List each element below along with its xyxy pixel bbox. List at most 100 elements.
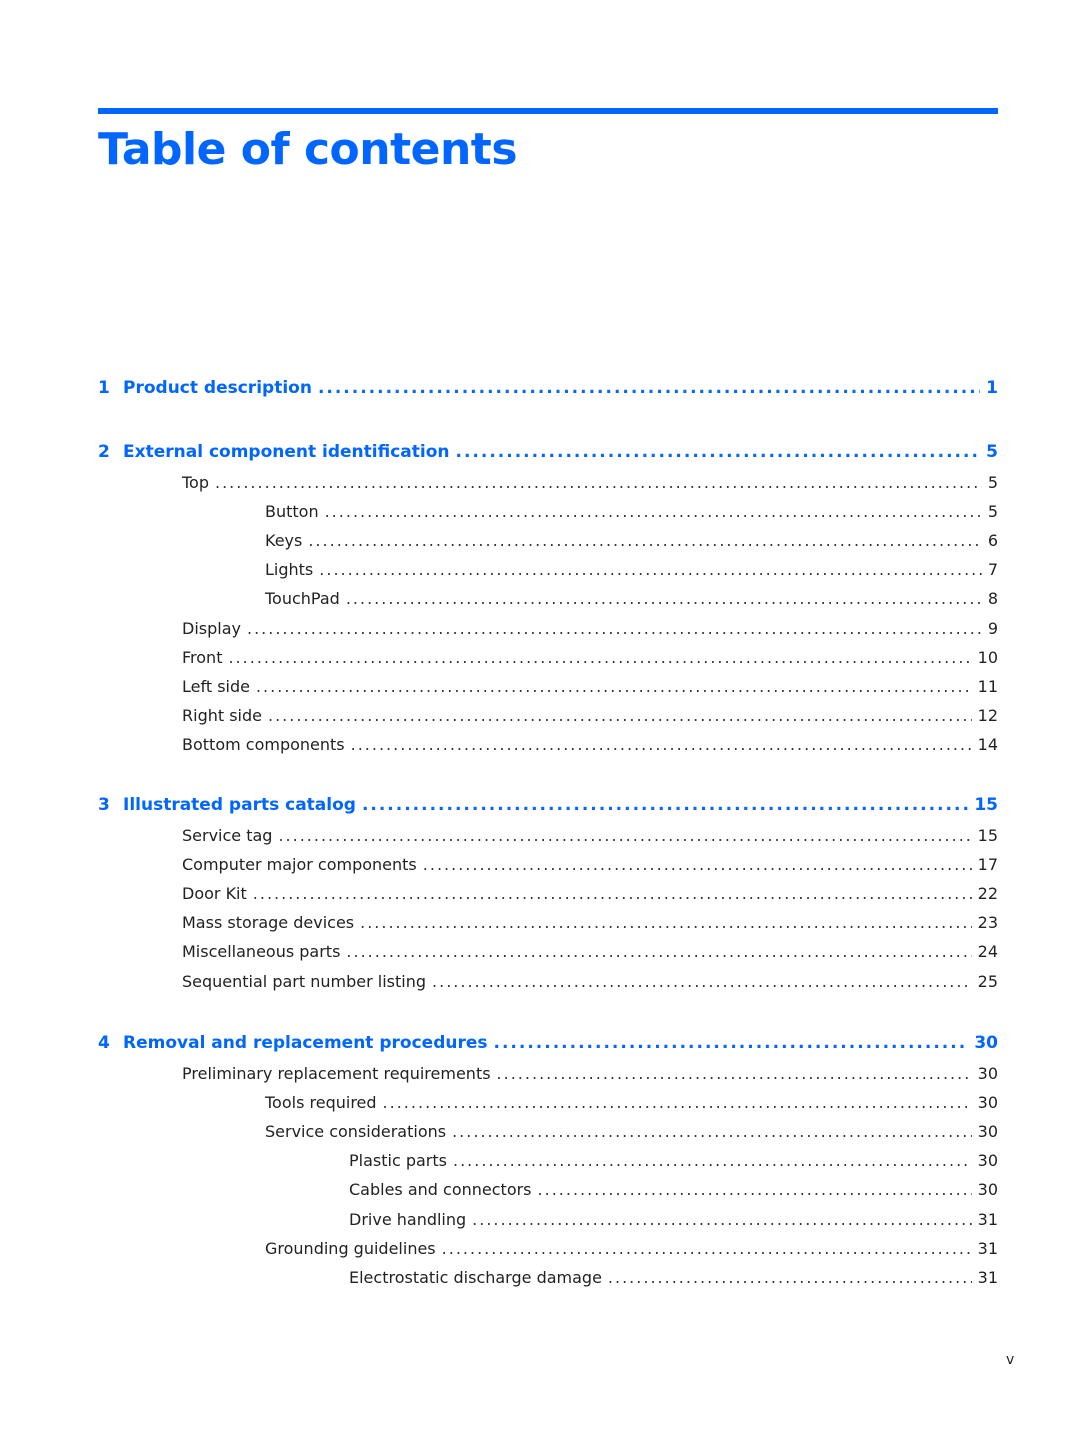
dot-leader	[215, 473, 982, 492]
entry-title: Drive handling	[349, 1209, 467, 1229]
chapter-number: 3	[98, 795, 110, 815]
toc-entry-link[interactable]: Top 5	[98, 473, 998, 492]
dot-leader	[538, 1180, 972, 1199]
chapter-page-number: 15	[974, 795, 998, 815]
toc-entry-link[interactable]: Right side 12	[98, 706, 998, 725]
entry-title: Button	[265, 502, 319, 522]
toc-entry-link[interactable]: Bottom components 14	[98, 735, 998, 754]
chapter-page-number: 1	[986, 378, 998, 398]
entry-title: TouchPad	[265, 589, 340, 609]
entry-page-number: 25	[977, 971, 998, 991]
dot-leader	[494, 1033, 969, 1053]
dot-leader	[247, 619, 982, 638]
dot-leader	[362, 795, 968, 815]
dot-leader	[346, 589, 982, 608]
entry-title: Preliminary replacement requirements	[182, 1064, 491, 1083]
toc-entry-link[interactable]: Service considerations 30	[98, 1122, 998, 1141]
dot-leader	[325, 502, 982, 521]
entry-title: Mass storage devices	[182, 913, 355, 933]
entry-title: Electrostatic discharge damage	[349, 1267, 602, 1287]
toc-entry-link[interactable]: Button 5	[98, 502, 998, 521]
toc-entry-link[interactable]: Lights 7	[98, 560, 998, 579]
dot-leader	[497, 1064, 972, 1083]
chapter-page-number: 5	[986, 442, 998, 462]
toc-entry-link[interactable]: Grounding guidelines 31	[98, 1239, 998, 1258]
entry-page-number: 15	[977, 826, 998, 845]
entry-title: Tools required	[265, 1093, 377, 1113]
toc-entry-link[interactable]: TouchPad 8	[98, 589, 998, 608]
toc-entry-link[interactable]: Computer major components 17	[98, 855, 998, 874]
toc-entry-link[interactable]: Mass storage devices 23	[98, 913, 998, 932]
toc-entry-link[interactable]: Tools required 30	[98, 1093, 998, 1112]
dot-leader	[423, 855, 972, 874]
entry-page-number: 12	[977, 705, 998, 725]
entry-title: Cables and connectors	[349, 1180, 532, 1200]
chapter-title-text: Product description	[123, 378, 312, 398]
toc-entry-link[interactable]: Door Kit 22	[98, 884, 998, 903]
toc-chapter-link[interactable]: 1 Product description 1	[98, 378, 998, 398]
entry-title: Keys	[265, 531, 303, 551]
toc-entry-link[interactable]: Miscellaneous parts 24	[98, 942, 998, 961]
chapter-title-text: Illustrated parts catalog	[123, 795, 356, 815]
entry-page-number: 17	[977, 855, 998, 875]
dot-leader	[253, 884, 972, 903]
dot-leader	[318, 378, 980, 398]
chapter-title: 1 Product description	[98, 378, 312, 398]
toc-entry-link[interactable]: Display 9	[98, 619, 998, 638]
toc-chapter-link[interactable]: 3 Illustrated parts catalog 15	[98, 795, 998, 815]
chapter-number: 2	[98, 442, 110, 462]
dot-leader	[383, 1093, 972, 1112]
toc-chapter-link[interactable]: 4 Removal and replacement procedures 30	[98, 1033, 998, 1053]
entry-page-number: 22	[977, 884, 998, 904]
chapter-title: 4 Removal and replacement procedures	[98, 1033, 488, 1053]
entry-page-number: 5	[987, 502, 998, 522]
dot-leader	[278, 826, 971, 845]
entry-page-number: 5	[987, 473, 998, 492]
dot-leader	[256, 677, 972, 696]
toc-entry-link[interactable]: Drive handling 31	[98, 1210, 998, 1229]
entry-title: Computer major components	[182, 855, 417, 875]
chapter-number: 4	[98, 1033, 110, 1053]
entry-title: Right side	[182, 705, 262, 725]
page-number: v	[1006, 1352, 1015, 1368]
toc-entry-link[interactable]: Plastic parts 30	[98, 1151, 998, 1170]
entry-page-number: 14	[977, 734, 998, 754]
entry-page-number: 24	[977, 942, 998, 962]
entry-page-number: 11	[977, 676, 998, 696]
entry-page-number: 31	[977, 1267, 998, 1287]
dot-leader	[308, 531, 981, 550]
entry-page-number: 8	[987, 589, 998, 609]
entry-page-number: 31	[977, 1209, 998, 1229]
dot-leader	[442, 1239, 972, 1258]
toc-entry-link[interactable]: Front 10	[98, 648, 998, 667]
toc-entry-link[interactable]: Sequential part number listing 25	[98, 972, 998, 991]
entry-page-number: 23	[977, 913, 998, 933]
dot-leader	[452, 1122, 972, 1141]
chapter-title: 3 Illustrated parts catalog	[98, 795, 356, 815]
entry-page-number: 30	[977, 1180, 998, 1200]
entry-page-number: 6	[987, 531, 998, 551]
chapter-page-number: 30	[974, 1033, 998, 1053]
chapter-number: 1	[98, 378, 110, 398]
dot-leader	[608, 1268, 972, 1287]
chapter-title-text: Removal and replacement procedures	[123, 1033, 488, 1053]
page-title: Table of contents	[98, 124, 518, 175]
dot-leader	[346, 942, 971, 961]
toc-entry-link[interactable]: Cables and connectors 30	[98, 1180, 998, 1199]
toc-entry-link[interactable]: Electrostatic discharge damage 31	[98, 1268, 998, 1287]
toc-entry-link[interactable]: Left side 11	[98, 677, 998, 696]
toc-entry-link[interactable]: Keys 6	[98, 531, 998, 550]
entry-title: Service tag	[182, 826, 273, 845]
dot-leader	[456, 442, 981, 462]
toc-entry-link[interactable]: Service tag 15	[98, 826, 998, 845]
entry-title: Lights	[265, 560, 314, 580]
chapter-title: 2 External component identification	[98, 442, 450, 462]
toc-chapter-link[interactable]: 2 External component identification 5	[98, 442, 998, 462]
entry-page-number: 31	[977, 1238, 998, 1258]
dot-leader	[228, 648, 971, 667]
entry-page-number: 10	[977, 647, 998, 667]
dot-leader	[268, 706, 972, 725]
entry-page-number: 30	[977, 1151, 998, 1171]
entry-title: Front	[182, 647, 223, 667]
toc-entry-link[interactable]: Preliminary replacement requirements 30	[98, 1064, 998, 1083]
